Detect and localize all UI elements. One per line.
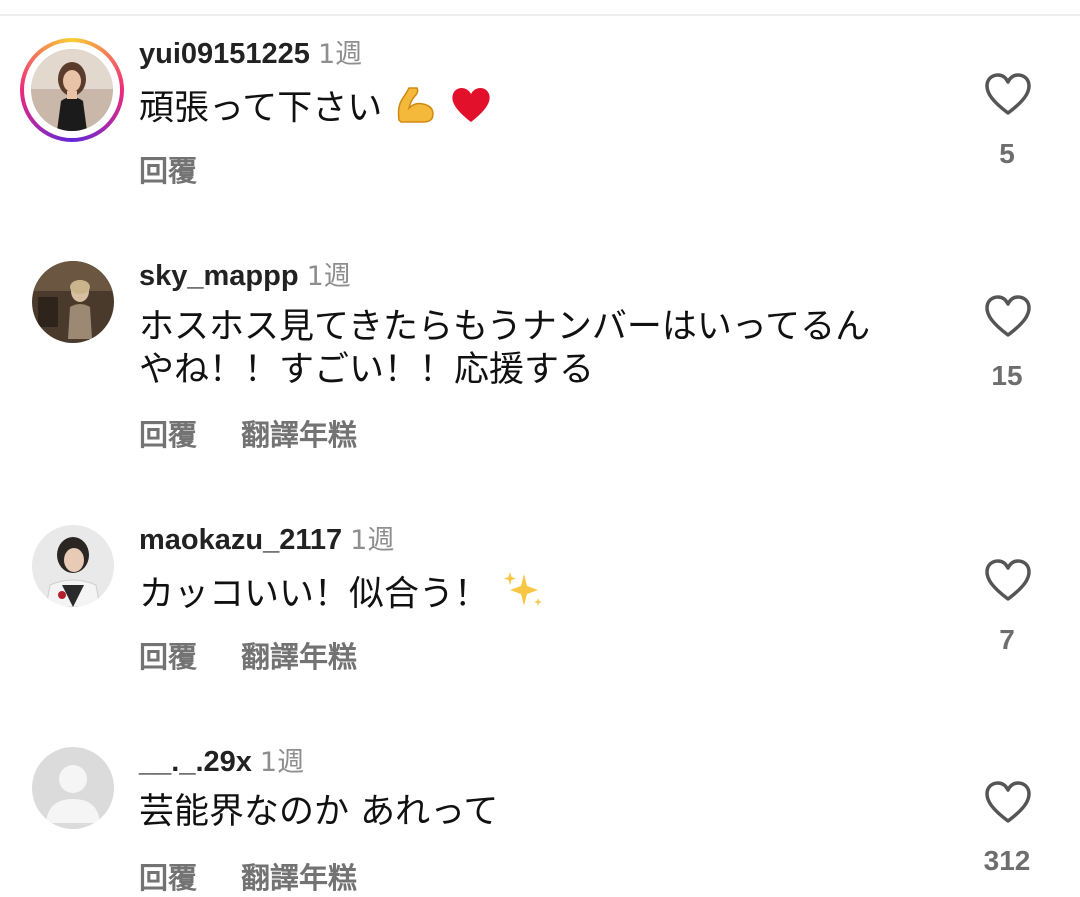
comment-text: カッコいい！似合う！ [139,570,939,621]
timestamp: 1週 [350,525,395,556]
comment-body: 芸能界なのか あれって [139,792,499,832]
like-button[interactable] [984,559,1032,603]
sparkles-icon [500,570,544,621]
top-divider [0,14,1080,16]
comment-header: sky_mappp 1週 [139,259,351,294]
heart-outline-icon [985,559,1031,601]
reply-button[interactable]: 回覆 [139,148,197,190]
timestamp: 1週 [259,747,305,778]
heart-outline-icon [985,781,1031,823]
like-button[interactable] [984,781,1032,825]
username[interactable]: maokazu_2117 [139,524,342,556]
heart-outline-icon [985,295,1031,337]
avatar[interactable] [31,49,113,131]
reply-button[interactable]: 回覆 [139,634,197,676]
comment-actions: 回覆 翻譯年糕 [139,855,357,897]
like-count: 7 [999,624,1015,655]
like-button[interactable] [984,73,1032,117]
translate-button[interactable]: 翻譯年糕 [241,412,357,454]
comment-actions: 回覆 翻譯年糕 [139,634,357,676]
reply-button[interactable]: 回覆 [139,412,197,454]
timestamp: 1週 [317,39,363,70]
like-count: 312 [983,845,1031,876]
comment-body-line: ホスホス見てきたらもうナンバーはいってるん [139,307,871,347]
username[interactable]: __._.29x [139,746,252,778]
red-heart-icon [449,84,493,135]
comment-body: 頑張って下さい [139,88,383,129]
flexed-biceps-icon [393,84,437,135]
translate-button[interactable]: 翻譯年糕 [241,855,357,897]
heart-outline-icon [985,73,1031,115]
avatar[interactable] [32,261,114,343]
like-count: 15 [991,360,1023,391]
username[interactable]: yui09151225 [139,38,310,70]
translate-button[interactable]: 翻譯年糕 [241,634,357,676]
timestamp: 1週 [306,261,351,292]
comment-actions: 回覆 [139,148,197,190]
comment-header: __._.29x 1週 [139,745,304,780]
story-ring[interactable] [20,38,124,142]
comment-text: 頑張って下さい [139,84,939,135]
like-button[interactable] [984,295,1032,339]
comment-text: 芸能界なのか あれって [139,791,939,834]
comment-actions: 回覆 翻譯年糕 [139,412,357,454]
comment-body: カッコいい！似合う！ [139,574,490,615]
username[interactable]: sky_mappp [139,260,299,292]
comment-header: maokazu_2117 1週 [139,523,394,558]
like-count: 5 [999,138,1015,169]
comment-header: yui09151225 1週 [139,37,362,72]
comment-body-line: やね！！すごい！！応援する [139,350,595,390]
comment-text: ホスホス見てきたらもうナンバーはいってるん やね！！すごい！！応援する [139,306,939,392]
default-avatar[interactable] [32,747,114,829]
avatar[interactable] [32,525,114,607]
reply-button[interactable]: 回覆 [139,855,197,897]
